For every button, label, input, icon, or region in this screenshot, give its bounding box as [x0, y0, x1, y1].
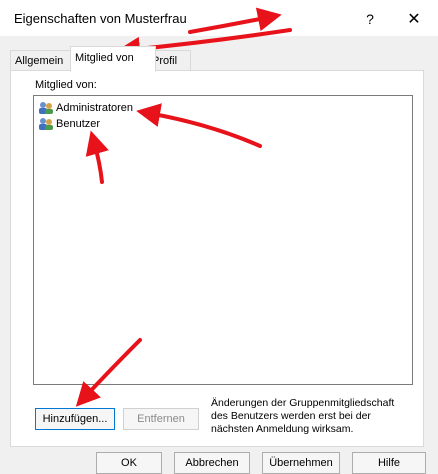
- member-of-label: Mitglied von:: [35, 79, 97, 91]
- group-icon: [38, 101, 54, 115]
- group-listbox[interactable]: Administratoren Benutzer: [33, 95, 413, 385]
- tab-mitglied-von[interactable]: Mitglied von: [70, 46, 156, 72]
- title-bar: Eigenschaften von Musterfrau ? ✕: [0, 0, 438, 36]
- membership-hint: Änderungen der Gruppenmitgliedschaft des…: [211, 397, 395, 435]
- list-item-label: Benutzer: [56, 118, 101, 130]
- remove-button[interactable]: Entfernen: [123, 408, 199, 430]
- cancel-button[interactable]: Abbrechen: [174, 452, 250, 474]
- help-button[interactable]: ?: [354, 6, 386, 32]
- group-icon: [38, 117, 54, 131]
- list-item-administratoren[interactable]: Administratoren: [38, 100, 133, 116]
- close-button[interactable]: ✕: [398, 6, 430, 32]
- ok-button[interactable]: OK: [96, 452, 162, 474]
- list-item-benutzer[interactable]: Benutzer: [38, 116, 100, 132]
- apply-button[interactable]: Übernehmen: [262, 452, 340, 474]
- tab-allgemein[interactable]: Allgemein: [10, 50, 78, 71]
- add-button[interactable]: Hinzufügen...: [35, 408, 115, 430]
- window-title: Eigenschaften von Musterfrau: [14, 11, 187, 26]
- list-item-label: Administratoren: [56, 102, 134, 114]
- help-footer-button[interactable]: Hilfe: [352, 452, 426, 474]
- tab-panel: Mitglied von: Administratoren Benutzer H…: [10, 70, 424, 447]
